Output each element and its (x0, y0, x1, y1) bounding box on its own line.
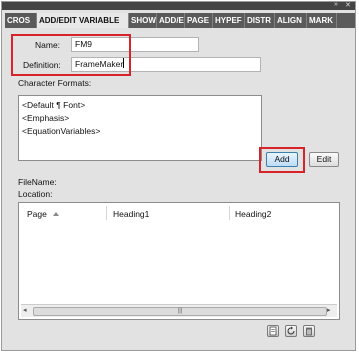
location-label: Location: (18, 189, 53, 199)
scroll-right-icon[interactable]: ▸ (327, 306, 331, 314)
tab-show[interactable]: SHOW (129, 13, 157, 28)
tab-mark[interactable]: MARK (307, 13, 337, 28)
list-item[interactable]: <Emphasis> (22, 113, 69, 123)
column-header-heading1[interactable]: Heading1 (113, 209, 149, 219)
add-button-highlight (259, 147, 305, 173)
document-icon-graphic (269, 326, 277, 336)
horizontal-scrollbar[interactable]: ◂ ||| ▸ (21, 304, 337, 317)
tab-cros[interactable]: CROS (5, 13, 37, 28)
table-header: Page Heading1 Heading2 (19, 203, 339, 223)
column-header-page[interactable]: Page (27, 209, 59, 219)
filename-label: FileName: (18, 177, 57, 187)
scrollbar-thumb[interactable]: ||| (33, 307, 327, 316)
sort-ascending-icon (52, 212, 59, 216)
tab-add-e[interactable]: ADD/E (157, 13, 185, 28)
tab-distribute[interactable]: DISTR (245, 13, 275, 28)
refresh-icon-graphic (287, 326, 295, 335)
tab-add-edit-variable[interactable]: ADD/EDIT VARIABLE (37, 13, 129, 28)
column-divider[interactable] (106, 206, 107, 220)
panel-frame: » ✕ CROS ADD/EDIT VARIABLE SHOW ADD/E PA… (1, 1, 356, 351)
column-divider[interactable] (229, 206, 230, 220)
close-icon[interactable]: ✕ (345, 1, 351, 9)
tab-hyperlink[interactable]: HYPEF (213, 13, 245, 28)
column-header-heading2[interactable]: Heading2 (235, 209, 271, 219)
column-header-label: Page (27, 209, 47, 219)
location-table[interactable]: Page Heading1 Heading2 ◂ ||| ▸ (18, 202, 340, 320)
tab-align[interactable]: ALIGN (275, 13, 307, 28)
tab-page[interactable]: PAGE (185, 13, 213, 28)
character-formats-list[interactable]: <Default ¶ Font> <Emphasis> <EquationVar… (18, 95, 262, 161)
scroll-left-icon[interactable]: ◂ (23, 306, 27, 314)
refresh-icon[interactable] (285, 325, 297, 337)
delete-icon-graphic (306, 327, 312, 336)
edit-button[interactable]: Edit (309, 152, 339, 167)
list-item[interactable]: <Default ¶ Font> (22, 100, 85, 110)
panel-title-bar: » ✕ (2, 1, 355, 10)
collapse-icon[interactable]: » (334, 1, 338, 8)
name-definition-highlight (11, 34, 131, 76)
delete-icon[interactable] (303, 325, 315, 337)
document-icon[interactable] (267, 325, 279, 337)
character-formats-label: Character Formats: (18, 78, 92, 88)
list-item[interactable]: <EquationVariables> (22, 126, 100, 136)
tab-bar: CROS ADD/EDIT VARIABLE SHOW ADD/E PAGE H… (5, 13, 355, 28)
